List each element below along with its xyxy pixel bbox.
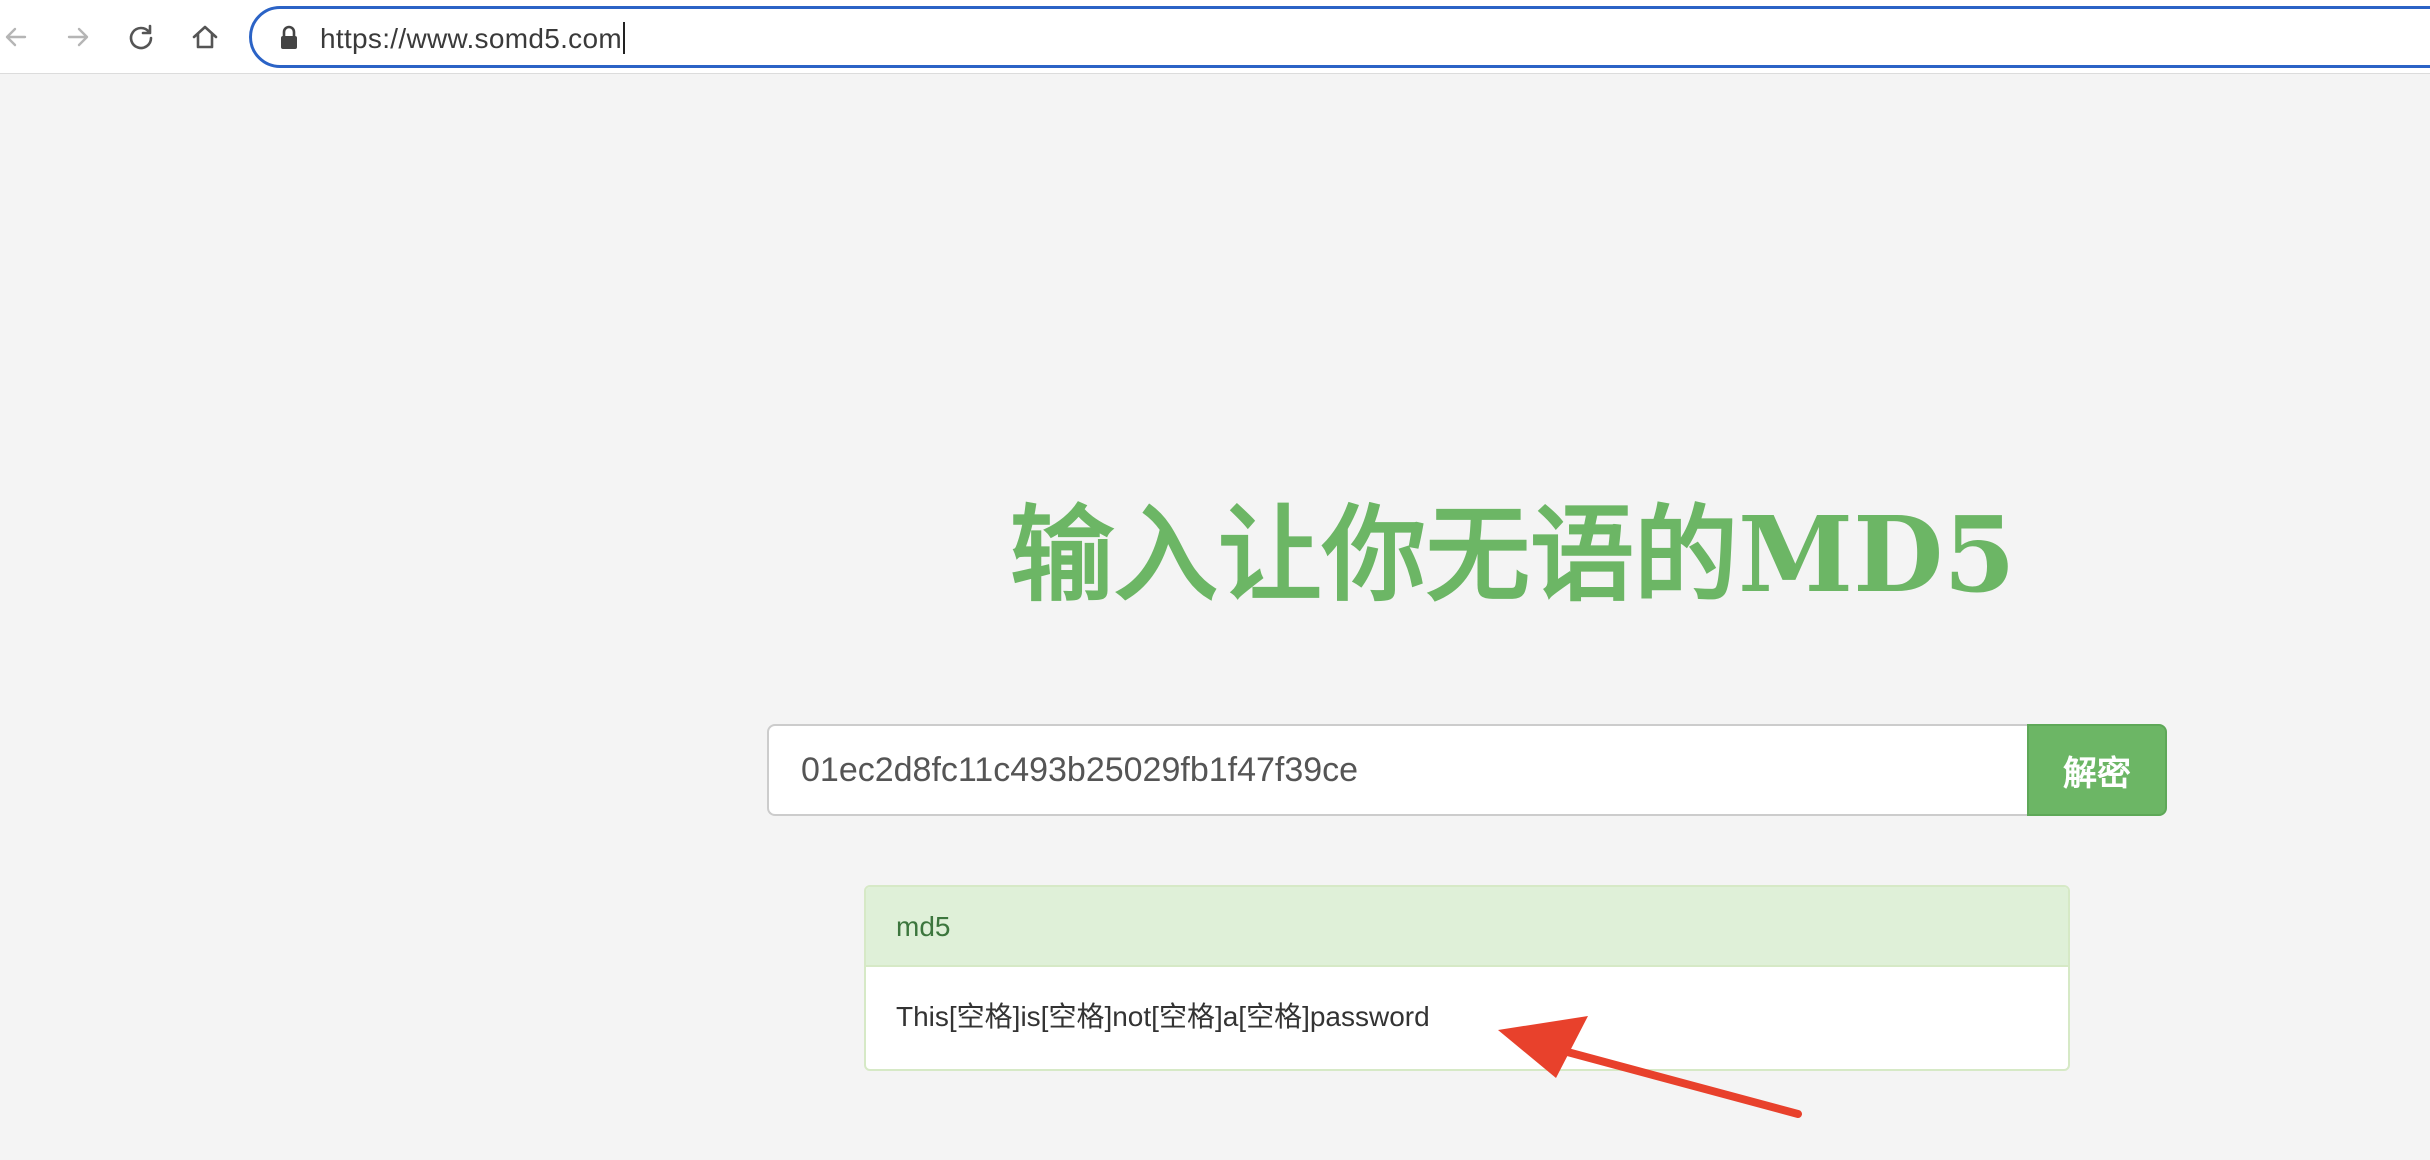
lock-icon: [281, 25, 297, 49]
forward-button[interactable]: [58, 17, 98, 57]
back-button[interactable]: [0, 17, 36, 57]
url-text[interactable]: https://www.somd5.com: [320, 22, 625, 55]
hash-input[interactable]: [767, 724, 2029, 816]
reload-icon: [129, 24, 153, 50]
arrow-right-icon: [67, 27, 89, 47]
search-group: 解密: [767, 724, 2167, 816]
home-icon: [192, 25, 218, 49]
home-button[interactable]: [185, 17, 225, 57]
result-heading: md5: [866, 887, 2068, 967]
annotation-arrow-icon: [1498, 1016, 1802, 1118]
reload-button[interactable]: [121, 17, 161, 57]
result-panel: md5 This[空格]is[空格]not[空格]a[空格]password: [864, 885, 2070, 1071]
address-bar[interactable]: https://www.somd5.com: [249, 6, 2430, 68]
browser-toolbar: https://www.somd5.com: [0, 0, 2430, 74]
page-title: 输入让你无语的MD5: [1010, 493, 2016, 616]
decrypt-button[interactable]: 解密: [2027, 724, 2167, 816]
arrow-left-icon: [5, 27, 27, 47]
text-caret: [622, 22, 625, 54]
result-text: This[空格]is[空格]not[空格]a[空格]password: [896, 1001, 1430, 1032]
